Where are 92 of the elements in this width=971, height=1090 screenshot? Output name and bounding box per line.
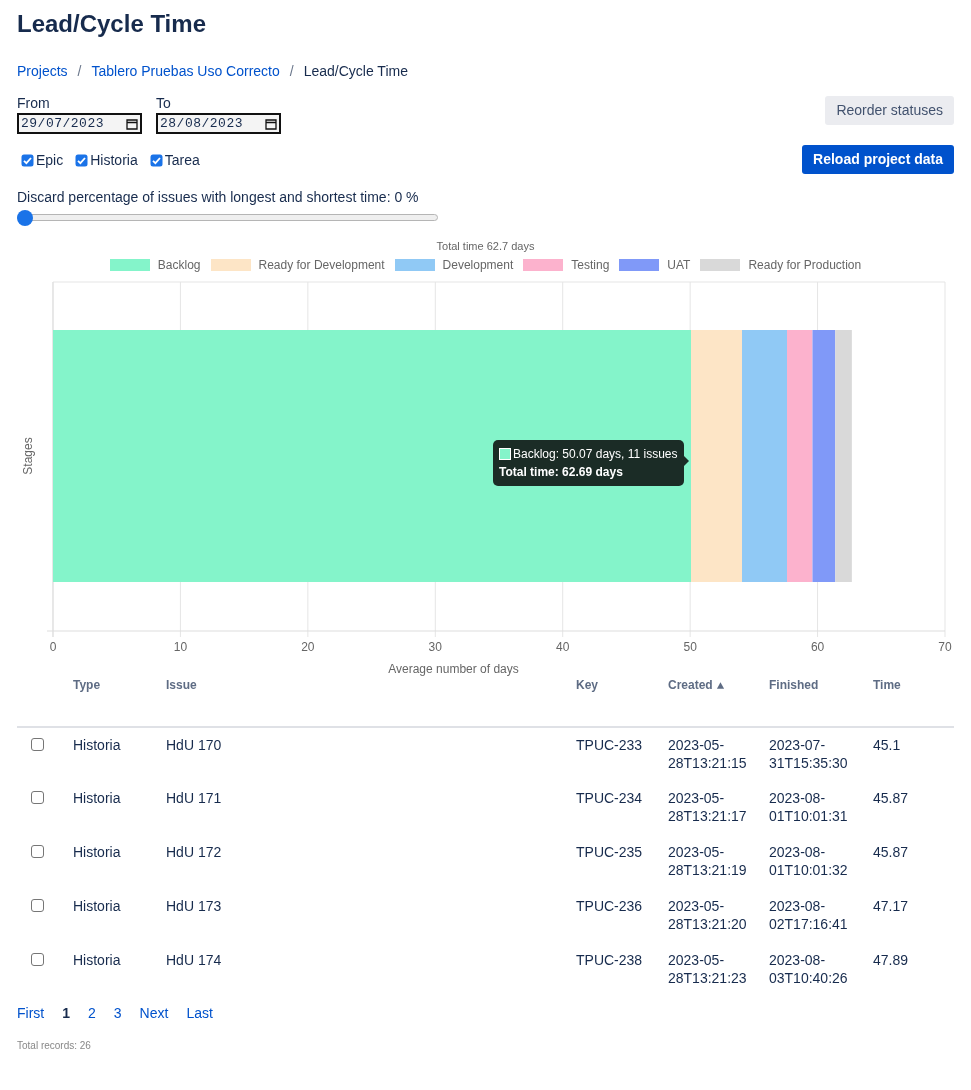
- tooltip-swatch: [499, 448, 511, 460]
- table-cell: 2023-08-01T10:01:31: [769, 790, 848, 824]
- calendar-icon[interactable]: [126, 117, 138, 130]
- reorder-statuses-button[interactable]: Reorder statuses: [825, 96, 954, 125]
- table-cell: Historia: [73, 790, 121, 806]
- pagination-link[interactable]: 1: [62, 1004, 70, 1022]
- pagination-link[interactable]: 2: [88, 1004, 96, 1022]
- reload-button[interactable]: Reload project data: [802, 145, 954, 174]
- table-cell: 2023-08-03T10:40:26: [769, 952, 848, 986]
- checkbox[interactable]: [75, 154, 89, 167]
- table-cell: 45.87: [873, 790, 909, 806]
- table-cell: TPUC-235: [576, 844, 643, 860]
- table-cell: HdU 174: [166, 952, 222, 968]
- checkbox-label: Tarea: [164, 151, 200, 170]
- table-cell: TPUC-238: [576, 952, 643, 968]
- tooltip-label: Backlog: 50.07 days, 11 issues: [513, 446, 678, 463]
- tick-label: 50: [683, 640, 697, 654]
- tick-label: 0: [49, 640, 57, 654]
- tick-label: 60: [810, 640, 825, 654]
- table-cell: 2023-05-28T13:21:23: [668, 952, 747, 986]
- checkbox[interactable]: [31, 845, 44, 858]
- table-cell: 2023-08-01T10:01:32: [769, 844, 848, 878]
- table-cell: 2023-05-28T13:21:20: [668, 898, 747, 932]
- checkbox[interactable]: [21, 154, 34, 167]
- table-cell: HdU 171: [166, 790, 222, 806]
- legend-label[interactable]: Ready for Production: [748, 258, 862, 272]
- column-header[interactable]: Time: [873, 676, 901, 694]
- checkbox[interactable]: [149, 154, 163, 167]
- chart-title: Total time 62.7 days: [436, 239, 535, 253]
- breadcrumb-current: Lead/Cycle Time: [303, 61, 408, 81]
- date-field[interactable]: 29/07/2023: [17, 113, 142, 134]
- checkbox[interactable]: [31, 791, 44, 804]
- tick-label: 20: [301, 640, 315, 654]
- legend-label[interactable]: Testing: [571, 258, 610, 272]
- column-header[interactable]: Key: [576, 676, 598, 694]
- checkbox[interactable]: [31, 738, 44, 751]
- table-cell: 2023-07-31T15:35:30: [769, 737, 848, 771]
- column-header[interactable]: Finished: [769, 676, 819, 694]
- tick-label: 10: [173, 640, 188, 654]
- date-field[interactable]: 28/08/2023: [156, 113, 281, 134]
- pagination-link[interactable]: First: [17, 1004, 45, 1022]
- tick-label: 40: [556, 640, 570, 654]
- checkbox-label: Historia: [90, 151, 138, 170]
- x-axis-title: Average number of days: [388, 662, 519, 676]
- slider-thumb[interactable]: [17, 210, 33, 226]
- breadcrumb-link[interactable]: Projects: [17, 60, 68, 82]
- table-cell: 2023-05-28T13:21:17: [668, 790, 747, 824]
- legend-label[interactable]: Ready for Development: [258, 258, 385, 272]
- tick-label: 30: [428, 640, 442, 654]
- table-cell: Historia: [73, 898, 121, 914]
- table-cell: 45.87: [873, 844, 909, 860]
- total-records: Total records: 26: [17, 1039, 92, 1053]
- table-cell: 2023-05-28T13:21:19: [668, 844, 747, 878]
- checkbox[interactable]: [31, 899, 44, 912]
- table-cell: 45.1: [873, 737, 901, 753]
- breadcrumb-link[interactable]: Tablero Pruebas Uso Correcto: [91, 60, 280, 82]
- checkbox-label: Epic: [36, 151, 64, 170]
- column-header[interactable]: Type: [73, 676, 101, 694]
- table-cell: 2023-08-02T17:16:41: [769, 898, 848, 932]
- table-cell: 47.89: [873, 952, 909, 968]
- calendar-icon[interactable]: [265, 117, 277, 130]
- bar-segment[interactable]: [53, 330, 692, 582]
- tooltip-total: Total time: 62.69 days: [499, 464, 624, 481]
- table-cell: HdU 170: [166, 737, 222, 753]
- pagination-link[interactable]: Next: [139, 1004, 169, 1022]
- column-header[interactable]: Created: [668, 676, 713, 694]
- table-cell: TPUC-236: [576, 898, 643, 914]
- legend-label[interactable]: UAT: [667, 258, 691, 272]
- slider-label: Discard percentage of issues with longest and shortest time: 0 %: [17, 188, 420, 206]
- y-axis-title: Stages: [21, 437, 35, 475]
- breadcrumb-separator: /: [76, 61, 83, 81]
- legend-label[interactable]: Development: [442, 258, 514, 272]
- sort-ascending-icon[interactable]: [715, 680, 725, 690]
- date-label: To: [156, 95, 171, 111]
- table-cell: Historia: [73, 952, 121, 968]
- tick-label: 70: [938, 640, 952, 654]
- pagination-link[interactable]: Last: [186, 1004, 213, 1022]
- breadcrumb-separator: /: [288, 61, 295, 81]
- table-cell: 2023-05-28T13:21:15: [668, 737, 747, 771]
- page-title: Lead/Cycle Time: [17, 9, 207, 39]
- checkbox[interactable]: [31, 953, 44, 966]
- table-cell: Historia: [73, 737, 121, 753]
- table-cell: TPUC-233: [576, 737, 643, 753]
- pagination-link[interactable]: 3: [113, 1004, 122, 1022]
- table-cell: HdU 173: [166, 898, 222, 914]
- column-header[interactable]: Issue: [166, 676, 197, 694]
- table-cell: TPUC-234: [576, 790, 643, 806]
- date-label: From: [17, 95, 50, 111]
- legend-label[interactable]: Backlog: [157, 258, 201, 272]
- table-cell: Historia: [73, 844, 121, 860]
- table-cell: 47.17: [873, 898, 909, 914]
- table-cell: HdU 172: [166, 844, 222, 860]
